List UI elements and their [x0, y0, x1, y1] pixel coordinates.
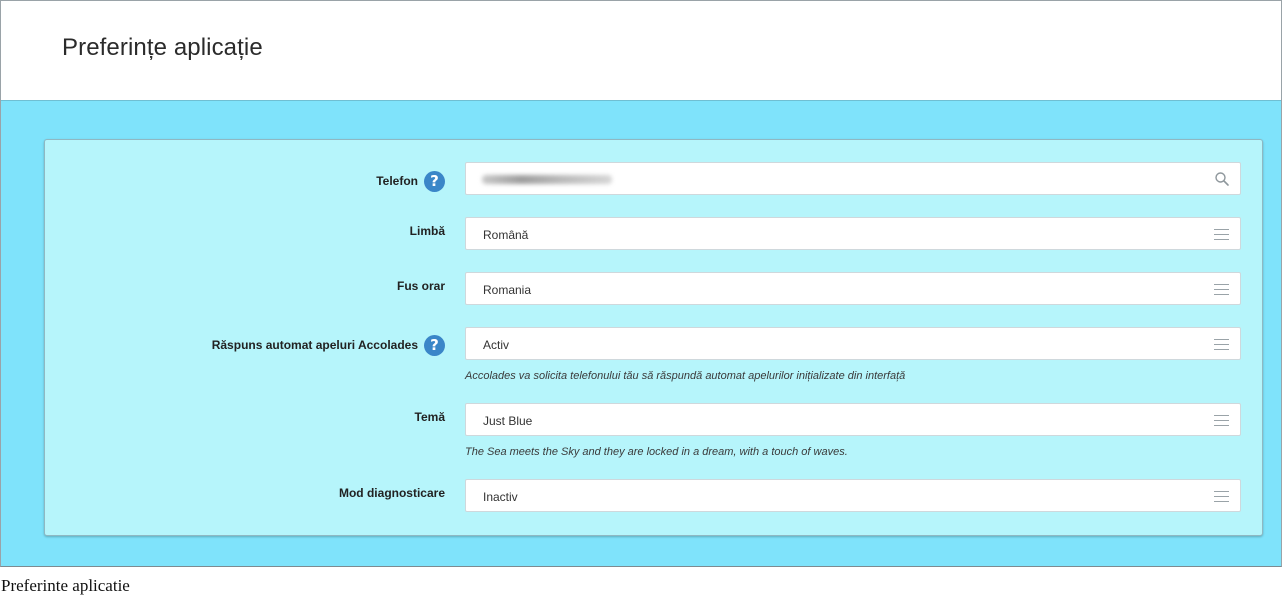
help-icon[interactable]: ? [424, 170, 445, 192]
hamburger-menu-icon [1214, 284, 1229, 295]
autoanswer-hint: Accolades va solicita telefonului tău să… [465, 370, 906, 382]
phone-value-redacted [482, 175, 612, 184]
preferences-window: Preferințe aplicație Telefon ? Limbă Rom… [0, 0, 1282, 567]
phone-field[interactable] [465, 162, 1241, 195]
autoanswer-label: Răspuns automat apeluri Accolades ? [212, 333, 445, 357]
language-select[interactable]: Română [465, 217, 1241, 250]
language-value: Română [483, 228, 529, 242]
theme-label: Temă [415, 405, 445, 429]
page-title: Preferințe aplicație [62, 34, 263, 61]
hamburger-menu-icon [1214, 339, 1229, 350]
timezone-label-text: Fus orar [396, 279, 445, 293]
preferences-form-panel: Telefon ? Limbă Română Fus orar Romania [44, 139, 1263, 536]
autoanswer-select[interactable]: Activ [465, 327, 1241, 360]
help-icon[interactable]: ? [424, 334, 445, 356]
theme-hint: The Sea meets the Sky and they are locke… [465, 446, 848, 458]
theme-label-text: Temă [414, 410, 445, 424]
diagnostics-value: Inactiv [483, 490, 518, 504]
page-caption: Preferinte aplicatie [1, 576, 130, 595]
autoanswer-value: Activ [483, 338, 510, 352]
hamburger-menu-icon [1214, 415, 1229, 426]
phone-label: Telefon ? [376, 169, 445, 193]
timezone-value: Romania [483, 283, 532, 297]
language-label-text: Limbă [409, 224, 445, 238]
hamburger-menu-icon [1214, 229, 1229, 240]
hamburger-menu-icon [1214, 491, 1229, 502]
diagnostics-label-text: Mod diagnosticare [338, 486, 445, 500]
search-icon[interactable] [1214, 171, 1230, 187]
timezone-select[interactable]: Romania [465, 272, 1241, 305]
language-label: Limbă [410, 219, 445, 243]
diagnostics-label: Mod diagnosticare [339, 481, 445, 505]
page-header: Preferințe aplicație [1, 1, 1281, 101]
timezone-label: Fus orar [397, 274, 445, 298]
autoanswer-label-text: Răspuns automat apeluri Accolades [211, 338, 418, 352]
diagnostics-select[interactable]: Inactiv [465, 479, 1241, 512]
phone-label-text: Telefon [376, 174, 418, 188]
theme-value: Just Blue [483, 414, 533, 428]
theme-select[interactable]: Just Blue [465, 403, 1241, 436]
